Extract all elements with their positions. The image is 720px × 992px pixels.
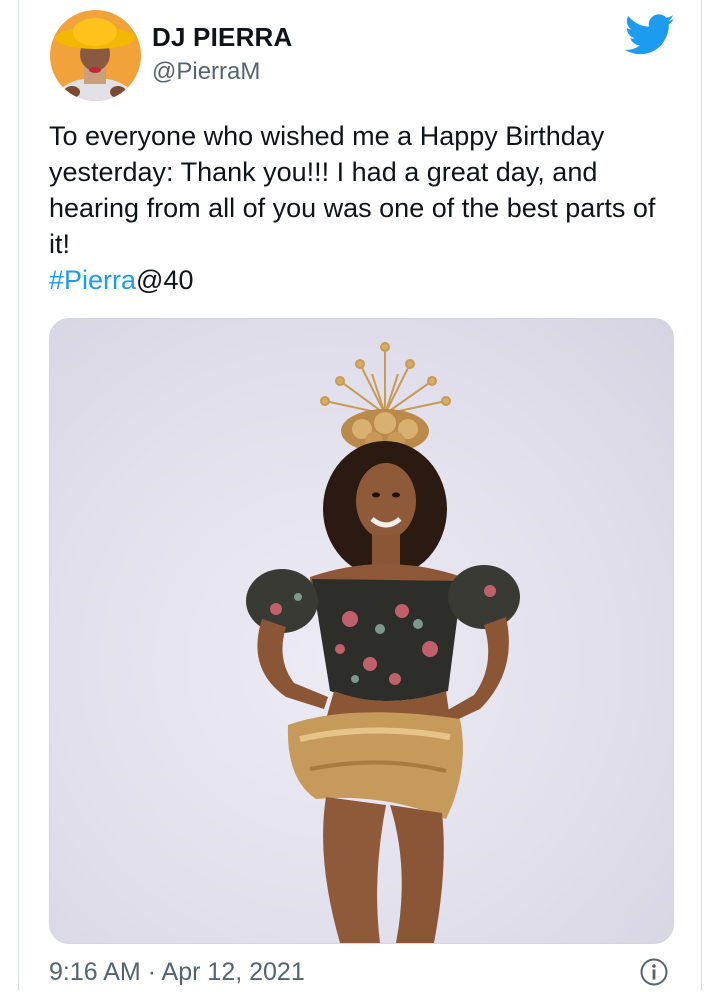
- tweet-timestamp[interactable]: 9:16 AM · Apr 12, 2021: [49, 958, 305, 987]
- tweet-text: To everyone who wished me a Happy Birthd…: [49, 118, 679, 298]
- author-handle[interactable]: @PierraM: [152, 58, 260, 86]
- tweet-photo[interactable]: [49, 318, 674, 944]
- photo-illustration: [246, 342, 520, 943]
- twitter-bird-icon[interactable]: [624, 14, 675, 56]
- avatar[interactable]: [50, 10, 141, 101]
- tweet-card: DJ PIERRA @PierraM To everyone who wishe…: [18, 0, 702, 990]
- info-icon[interactable]: [639, 957, 669, 987]
- tweet-body: To everyone who wished me a Happy Birthd…: [49, 121, 656, 259]
- author-display-name[interactable]: DJ PIERRA: [152, 22, 293, 53]
- hashtag-link[interactable]: #Pierra: [49, 265, 136, 295]
- tweet-hashtag-line: #Pierra@40: [49, 262, 679, 298]
- hashtag-suffix: @40: [136, 265, 194, 295]
